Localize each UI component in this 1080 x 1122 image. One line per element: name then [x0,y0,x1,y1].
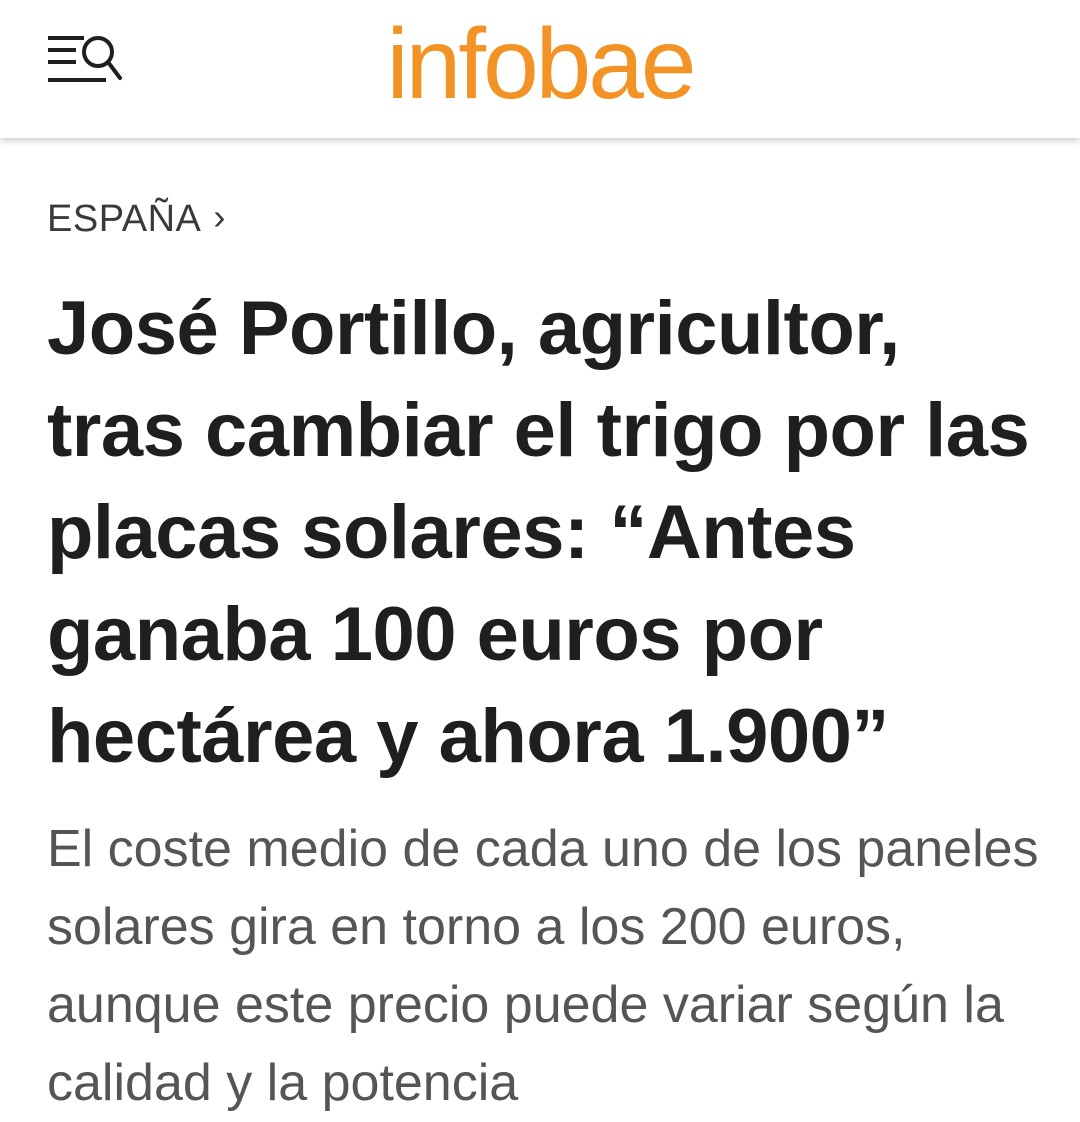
chevron-right-icon: › [213,196,226,237]
site-logo[interactable]: infobae [0,4,1080,124]
breadcrumb-label: ESPAÑA [47,198,202,240]
article-headline: José Portillo, agricultor, tras cambiar … [47,286,1030,779]
article-subheadline: El coste medio de cada uno de los panele… [47,820,1039,1112]
section-breadcrumb[interactable]: ESPAÑA › [47,196,226,241]
site-header: infobae [0,0,1080,138]
